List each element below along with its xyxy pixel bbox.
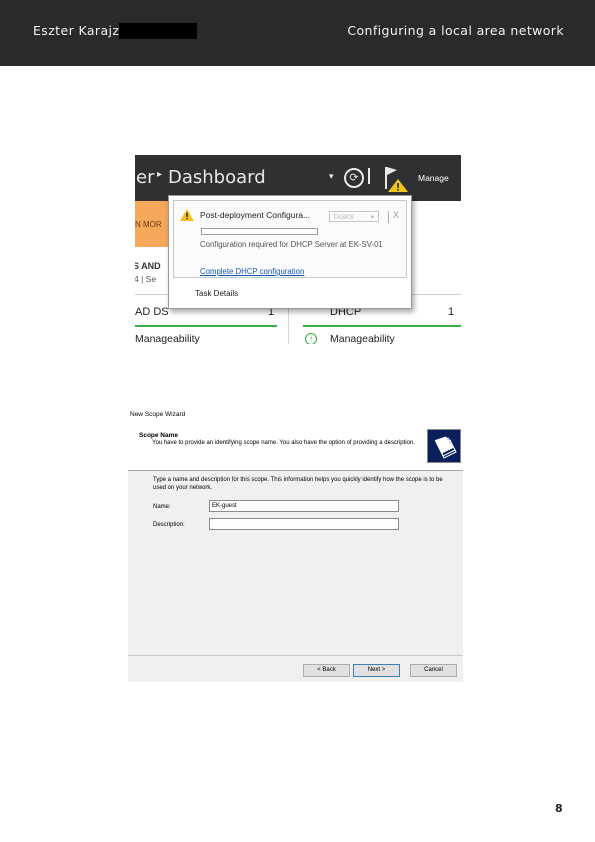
- next-button[interactable]: Next >: [353, 664, 400, 677]
- refresh-icon[interactable]: ⟳: [344, 168, 364, 188]
- tile-ad-ds-title[interactable]: AD DS: [135, 306, 169, 318]
- close-icon[interactable]: X: [393, 210, 399, 220]
- progress-bar: [201, 228, 318, 235]
- scope-description-input[interactable]: [209, 518, 399, 530]
- manageability-label-left[interactable]: Manageability: [135, 333, 200, 344]
- wizard-description: You have to provide an identifying scope…: [152, 440, 415, 446]
- breadcrumb-partial: er: [136, 167, 155, 188]
- notification-message: Configuration required for DHCP Server a…: [200, 240, 383, 249]
- dropdown-arrow-icon[interactable]: ▾: [329, 171, 334, 182]
- notification-flag-icon[interactable]: [383, 165, 409, 193]
- tile-dhcp-status-bar: [303, 325, 461, 327]
- new-scope-wizard-screenshot: New Scope Wizard Scope Name You have to …: [128, 407, 463, 682]
- redaction-bar: [119, 23, 197, 39]
- wizard-body: Type a name and description for this sco…: [128, 471, 463, 655]
- page-header: Eszter Karajz Configuring a local area n…: [0, 0, 595, 66]
- roles-subheading-partial: 4 | Se: [135, 274, 157, 284]
- tile-ad-ds-status-bar: [135, 325, 277, 327]
- chevron-down-icon: ▾: [370, 214, 374, 221]
- cancel-button[interactable]: Cancel: [410, 664, 457, 677]
- roles-heading-partial: S AND: [135, 261, 161, 271]
- banner-text: N MOR: [135, 220, 162, 229]
- tasks-label: TASKS: [333, 214, 354, 221]
- description-label: Description:: [153, 522, 185, 528]
- notification-divider: [388, 211, 389, 223]
- breadcrumb-dashboard[interactable]: Dashboard: [168, 167, 266, 188]
- wizard-instructions: Type a name and description for this sco…: [153, 477, 443, 491]
- status-ok-icon: ↑: [305, 333, 317, 344]
- wizard-footer: < Back Next > Cancel: [128, 655, 463, 682]
- notification-item: Post-deployment Configura... TASKS ▾ X Co…: [173, 200, 407, 278]
- wizard-header: Scope Name You have to provide an identi…: [128, 425, 463, 471]
- wizard-window-title: New Scope Wizard: [130, 411, 186, 418]
- task-details-link[interactable]: Task Details: [195, 289, 238, 298]
- toolbar-divider: [368, 168, 370, 184]
- author-name: Eszter Karajz: [33, 23, 120, 38]
- breadcrumb-separator-icon: ▸: [157, 169, 163, 180]
- notification-popup: Post-deployment Configura... TASKS ▾ X Co…: [168, 195, 412, 309]
- complete-dhcp-configuration-link[interactable]: Complete DHCP configuration: [200, 267, 304, 276]
- tasks-dropdown[interactable]: TASKS ▾: [329, 211, 379, 222]
- manageability-label-right[interactable]: Manageability: [330, 333, 395, 344]
- page-number: 8: [555, 802, 563, 815]
- back-button[interactable]: < Back: [303, 664, 350, 677]
- notification-title: Post-deployment Configura...: [200, 210, 311, 220]
- server-manager-screenshot: er ▸ Dashboard ▾ ⟳ Manage N MOR S AND 4 …: [135, 155, 461, 344]
- manage-menu[interactable]: Manage: [418, 173, 449, 183]
- folder-icon: [427, 429, 461, 463]
- document-title: Configuring a local area network: [347, 23, 564, 38]
- name-label: Name:: [153, 504, 171, 510]
- scope-name-input[interactable]: EK-guest: [209, 500, 399, 512]
- wizard-heading: Scope Name: [139, 432, 179, 439]
- tile-dhcp-count: 1: [448, 306, 455, 318]
- warning-icon: [180, 209, 194, 221]
